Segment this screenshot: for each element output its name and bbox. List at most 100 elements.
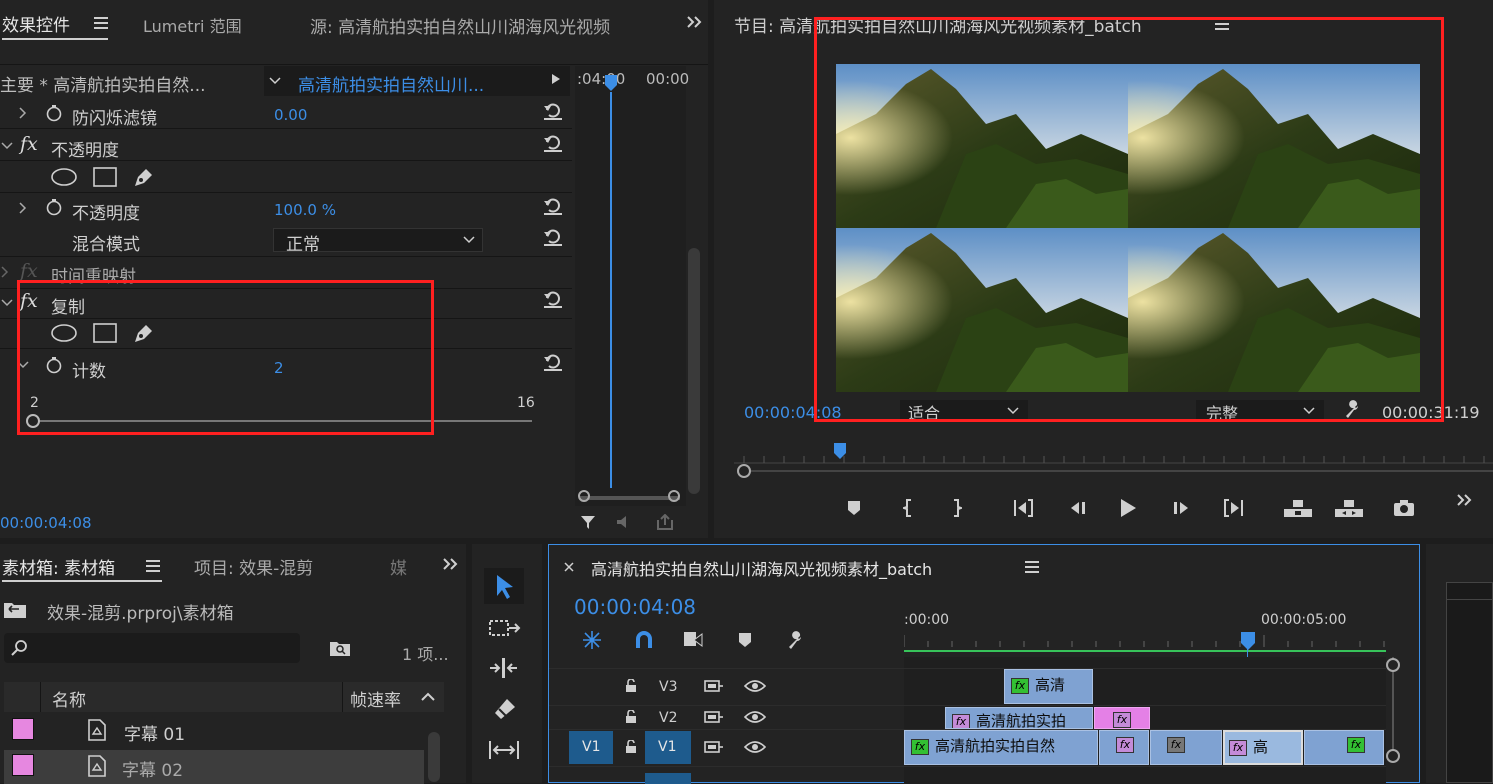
clip-v2[interactable]: fx 高清航拍实拍 [945, 707, 1093, 729]
track-name-v2[interactable]: V2 [659, 710, 677, 726]
play-icon[interactable] [1116, 496, 1140, 520]
clip-v2-adjustment[interactable]: fx [1094, 707, 1150, 729]
panel-menu-icon[interactable] [92, 14, 110, 32]
program-playhead[interactable] [833, 442, 847, 460]
scroll-handle-bottom[interactable] [1386, 749, 1400, 763]
add-marker-icon[interactable] [844, 498, 864, 518]
track-output-icon[interactable] [703, 677, 725, 695]
panel-overflow-icon[interactable] [440, 554, 460, 574]
mini-scrollbar[interactable] [688, 248, 700, 494]
selection-tool[interactable] [484, 568, 524, 604]
zoom-handle-right[interactable] [668, 490, 680, 502]
reset-icon[interactable] [542, 288, 564, 310]
clip-v1[interactable]: fx 高清航拍实拍自然 [904, 730, 1098, 765]
close-icon[interactable] [561, 559, 577, 575]
opacity-value[interactable]: 100.0 % [274, 201, 336, 219]
track-select-tool-icon[interactable] [486, 614, 522, 642]
collapse-chevron-icon[interactable] [0, 137, 14, 155]
timeline-settings-wrench-icon[interactable] [785, 629, 807, 651]
track-lock-icon[interactable] [623, 708, 639, 726]
extract-icon[interactable] [1333, 496, 1365, 520]
list-item[interactable]: 字幕 01 [4, 714, 424, 748]
column-name[interactable]: 名称 [52, 686, 86, 711]
time-ruler[interactable] [904, 631, 1386, 647]
more-controls-icon[interactable] [1454, 490, 1474, 510]
play-triangle-icon[interactable] [548, 70, 564, 88]
filter-icon[interactable] [578, 512, 598, 532]
timeline-title[interactable]: 高清航拍实拍自然山川湖海风光视频素材_batch [591, 556, 932, 580]
step-back-icon[interactable] [1065, 498, 1089, 518]
rectangle-mask-icon[interactable] [92, 166, 118, 188]
track-output-icon[interactable] [703, 738, 725, 756]
tab-media[interactable]: 媒 [390, 554, 407, 579]
stopwatch-icon[interactable] [44, 103, 64, 123]
panel-overflow-icon[interactable] [684, 12, 704, 32]
expand-chevron-icon[interactable] [16, 104, 30, 122]
zoom-handle-left[interactable] [578, 490, 590, 502]
timeline-current-time[interactable]: 00:00:04:08 [574, 595, 696, 619]
pen-mask-icon[interactable] [131, 164, 157, 190]
reset-icon[interactable] [542, 226, 564, 248]
track-eye-icon[interactable] [743, 677, 767, 695]
reset-icon[interactable] [542, 132, 564, 154]
export-icon[interactable] [654, 512, 676, 532]
step-forward-icon[interactable] [1170, 498, 1194, 518]
tab-lumetri[interactable]: Lumetri 范围 [143, 13, 242, 37]
ripple-edit-tool-icon[interactable] [486, 654, 522, 682]
nest-snap-icon[interactable] [581, 629, 603, 651]
track-target-v1[interactable]: V1 [645, 731, 691, 764]
chevron-up-icon[interactable] [420, 690, 436, 704]
clip-v1[interactable]: fx [1150, 730, 1222, 765]
parent-folder-icon[interactable] [2, 598, 28, 620]
add-marker-icon[interactable] [735, 629, 755, 651]
anti-flicker-value[interactable]: 0.00 [274, 106, 307, 124]
track-eye-icon[interactable] [743, 738, 767, 756]
chevron-down-icon[interactable] [266, 72, 284, 90]
lift-icon[interactable] [1282, 496, 1314, 520]
program-zoom-bar[interactable] [744, 470, 1493, 472]
work-area-bar[interactable] [904, 650, 1386, 652]
linked-selection-icon[interactable] [681, 629, 705, 651]
tab-project[interactable]: 项目: 效果-混剪 [194, 554, 313, 579]
track-lock-icon[interactable] [623, 738, 639, 756]
collapse-chevron-icon[interactable] [0, 294, 14, 312]
panel-menu-icon[interactable] [1023, 559, 1041, 575]
column-fps[interactable]: 帧速率 [350, 686, 401, 711]
reset-icon[interactable] [542, 351, 564, 373]
track-eye-icon[interactable] [743, 708, 767, 726]
playhead-marker[interactable] [604, 74, 618, 92]
expand-chevron-icon[interactable] [0, 263, 10, 281]
source-patch-v1[interactable]: V1 [569, 731, 613, 764]
clip-v1[interactable]: fx [1099, 730, 1149, 765]
fx-badge-icon[interactable]: fx [20, 133, 38, 155]
snap-magnet-icon[interactable] [633, 629, 655, 651]
clip-v1-selected[interactable]: fx 高 [1223, 730, 1303, 765]
tab-effect-controls[interactable]: 效果控件 [2, 11, 70, 36]
program-zoom-handle[interactable] [737, 464, 751, 478]
reset-icon[interactable] [542, 195, 564, 217]
program-scrub-bar[interactable] [734, 450, 1493, 464]
zoom-scrollbar[interactable] [580, 496, 680, 500]
track-name-v3[interactable]: V3 [659, 679, 677, 695]
panel-menu-icon[interactable] [144, 558, 162, 574]
tab-source[interactable]: 源: 高清航拍实拍自然山川湖海风光视频 [310, 13, 652, 38]
mark-in-icon[interactable] [898, 498, 918, 518]
find-folder-icon[interactable] [328, 638, 352, 658]
go-to-in-icon[interactable] [1012, 497, 1038, 519]
go-to-out-icon[interactable] [1219, 497, 1245, 519]
timeline-v-scrollbar[interactable] [1392, 657, 1394, 757]
clip-v3[interactable]: fx 高清 [1004, 669, 1093, 704]
stopwatch-icon[interactable] [44, 197, 64, 217]
list-scrollbar[interactable] [428, 732, 440, 782]
blend-mode-dropdown[interactable]: 正常 [273, 228, 483, 255]
expand-chevron-icon[interactable] [16, 199, 30, 217]
list-item[interactable]: 字幕 02 [4, 750, 424, 784]
slip-tool-icon[interactable] [486, 736, 522, 764]
ellipse-mask-icon[interactable] [50, 166, 78, 188]
audio-icon[interactable] [614, 512, 636, 532]
scroll-handle-top[interactable] [1386, 658, 1400, 672]
timeline-playhead[interactable] [1240, 631, 1256, 651]
razor-tool-icon[interactable] [486, 694, 522, 722]
effect-current-time[interactable]: 00:00:04:08 [0, 514, 92, 532]
export-frame-camera-icon[interactable] [1392, 497, 1416, 519]
